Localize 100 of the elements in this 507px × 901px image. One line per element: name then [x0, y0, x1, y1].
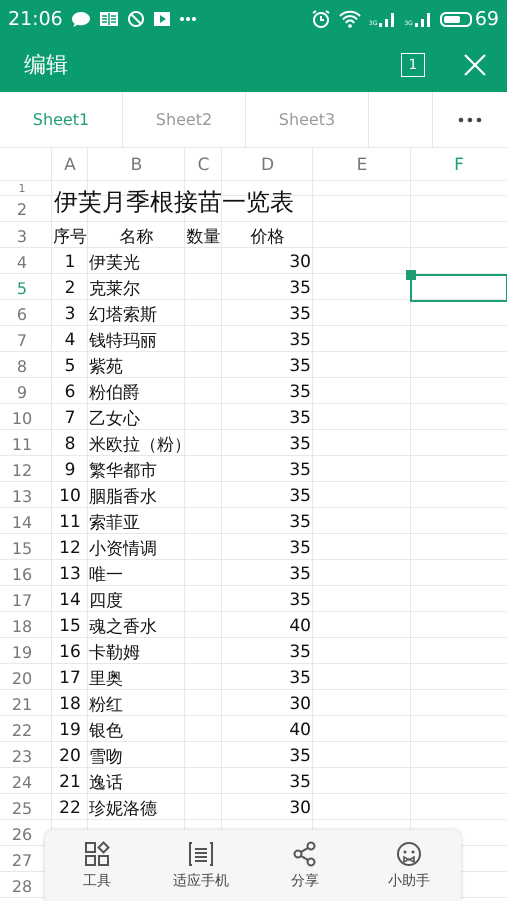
battery-percent: 69 [474, 8, 499, 30]
table-cell-text: 30 [288, 251, 312, 274]
row-header[interactable]: 12 [12, 460, 32, 480]
row-header[interactable]: 11 [12, 434, 32, 454]
more-icon[interactable] [458, 116, 482, 122]
table-cell-text: 索菲亚 [88, 512, 141, 534]
row-header[interactable]: 22 [12, 720, 32, 740]
table-cell-text: 35 [288, 667, 312, 690]
signal-icon [378, 11, 396, 27]
row-header[interactable]: 23 [12, 746, 32, 766]
tools-icon [84, 841, 110, 867]
table-cell-text: 18 [58, 693, 82, 716]
sheet-tab[interactable]: Sheet1 [0, 92, 123, 147]
window-count-button[interactable]: 1 [401, 53, 425, 77]
table-cell-text: 卡勒姆 [88, 642, 141, 664]
table-cell-text: 40 [288, 615, 312, 638]
share-icon [292, 841, 318, 867]
table-cell-text: 粉伯爵 [88, 382, 141, 404]
table-cell-text: 40 [288, 719, 312, 742]
toolbar-button[interactable]: 适应手机 [149, 830, 253, 901]
table-cell-text: 22 [58, 797, 82, 820]
table-cell-text: 21 [58, 771, 82, 794]
alarm-icon [310, 9, 331, 29]
smiley-icon [396, 841, 422, 867]
wifi-icon [338, 10, 361, 28]
table-cell-text: 四度 [88, 590, 124, 612]
table-cell-text: 3 [64, 303, 76, 326]
table-cell-text: 8 [64, 433, 76, 456]
row-header[interactable]: 15 [12, 538, 32, 558]
table-header-cell-text: 序号 [52, 226, 88, 248]
table-cell-text: 5 [64, 355, 76, 378]
row-header[interactable]: 27 [12, 850, 32, 870]
table-cell-text: 7 [64, 407, 76, 430]
row-header[interactable]: 2 [16, 200, 28, 219]
table-cell-text: 雪吻 [88, 746, 124, 768]
table-cell-text: 35 [288, 433, 312, 456]
row-header[interactable]: 24 [12, 772, 32, 792]
table-cell-text: 幻塔索斯 [88, 304, 158, 326]
table-cell-text: 35 [288, 277, 312, 300]
sheet-tab[interactable]: Sheet2 [123, 92, 246, 147]
row-header[interactable]: 10 [12, 408, 32, 428]
column-header[interactable]: A [52, 148, 88, 181]
column-header[interactable]: B [88, 148, 185, 181]
column-header[interactable]: F [411, 148, 507, 181]
table-cell-text: 唯一 [88, 564, 124, 586]
toolbar-button[interactable]: 分享 [253, 830, 357, 901]
row-header[interactable]: 3 [16, 226, 28, 246]
table-cell-text: 14 [58, 589, 82, 612]
table-header-cell-text: 价格 [250, 226, 286, 248]
column-header[interactable]: C [185, 148, 222, 181]
sheet-tab[interactable]: Sheet3 [246, 92, 369, 147]
table-cell-text: 30 [288, 797, 312, 820]
row-header[interactable]: 13 [12, 486, 32, 506]
table-cell-text: 35 [288, 381, 312, 404]
table-cell-text: 35 [288, 355, 312, 378]
toolbar-button[interactable]: 小助手 [357, 830, 461, 901]
row-header[interactable]: 19 [12, 642, 32, 662]
column-header[interactable]: E [313, 148, 411, 181]
row-header[interactable]: 28 [12, 876, 32, 896]
row-header[interactable]: 8 [16, 356, 28, 376]
table-cell-text: 16 [58, 641, 82, 664]
row-header[interactable]: 5 [16, 278, 28, 298]
table-cell-text: 1 [64, 251, 76, 274]
table-cell-text: 11 [58, 511, 82, 534]
table-cell-text: 35 [288, 589, 312, 612]
row-header[interactable]: 17 [12, 590, 32, 610]
row-header[interactable]: 26 [12, 824, 32, 844]
row-header[interactable]: 16 [12, 564, 32, 584]
table-cell-text: 小资情调 [88, 538, 158, 560]
column-header[interactable]: D [222, 148, 313, 181]
signal-icon [414, 11, 432, 27]
row-header[interactable]: 20 [12, 668, 32, 688]
table-cell-text: 9 [64, 459, 76, 482]
table-cell-text: 35 [288, 641, 312, 664]
table-cell-text: 米欧拉（粉） [88, 434, 185, 456]
table-cell-text: 胭脂香水 [88, 486, 158, 508]
screen-title: 编辑 [24, 52, 69, 80]
toolbar-button[interactable]: 工具 [45, 830, 149, 901]
row-header[interactable]: 1 [18, 183, 26, 194]
table-cell-text: 银色 [88, 720, 124, 742]
row-header[interactable]: 21 [12, 694, 32, 714]
close-icon[interactable] [463, 53, 487, 77]
table-cell-text: 伊芙光 [88, 252, 141, 274]
row-header[interactable]: 9 [16, 382, 28, 402]
play-icon [152, 10, 171, 28]
table-header-cell-text: 名称 [118, 226, 154, 248]
row-header[interactable]: 4 [16, 252, 28, 272]
table-cell-text: 逸话 [88, 772, 124, 794]
row-header[interactable]: 25 [12, 798, 32, 818]
row-header[interactable]: 18 [12, 616, 32, 636]
table-cell-text: 4 [64, 329, 76, 352]
table-cell-text: 20 [58, 745, 82, 768]
chat-icon [70, 10, 91, 28]
selection-handle[interactable] [406, 270, 416, 280]
row-header[interactable]: 7 [16, 330, 28, 350]
table-cell-text: 35 [288, 329, 312, 352]
row-header[interactable]: 6 [16, 304, 28, 324]
status-time: 21:06 [8, 8, 63, 30]
row-header[interactable]: 14 [12, 512, 32, 532]
table-cell-text: 紫苑 [88, 356, 124, 378]
